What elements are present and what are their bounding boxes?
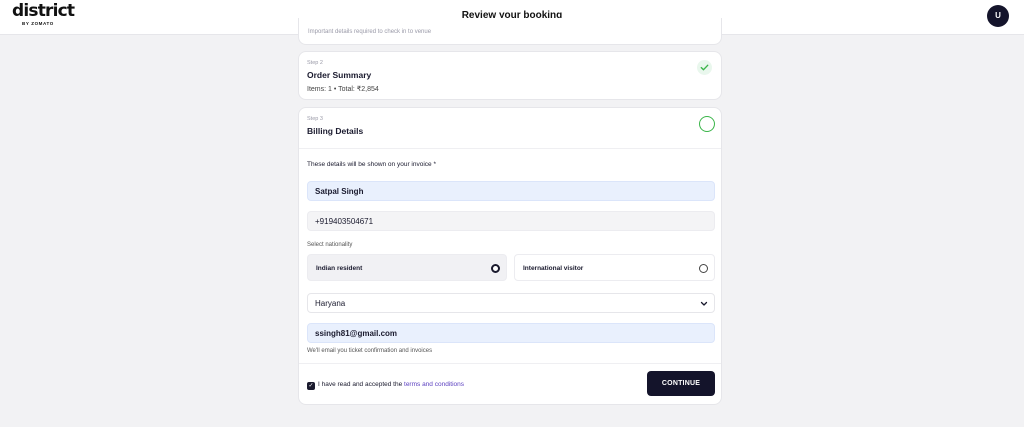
radio-unselected-icon[interactable] bbox=[699, 264, 708, 273]
step-status-circle-icon bbox=[699, 116, 715, 132]
terms-link[interactable]: terms and conditions bbox=[404, 381, 464, 388]
step-2-label: Step 2 bbox=[307, 60, 323, 66]
phone-field[interactable]: +919403504671 bbox=[307, 211, 715, 231]
terms-text: I have read and accepted the terms and c… bbox=[318, 381, 464, 388]
state-select-value: Haryana bbox=[315, 299, 346, 308]
terms-checkbox[interactable]: ✓ bbox=[307, 382, 315, 390]
step-2-card[interactable]: Step 2 Order Summary Items: 1 • Total: ₹… bbox=[298, 51, 722, 100]
terms-prefix: I have read and accepted the bbox=[318, 381, 403, 388]
continue-button[interactable]: CONTINUE bbox=[647, 371, 715, 396]
step-1-cut-text: Important details required to check in t… bbox=[308, 29, 432, 35]
nationality-label: Select nationality bbox=[307, 242, 353, 248]
divider bbox=[299, 148, 721, 149]
invoice-notice: These details will be shown on your invo… bbox=[307, 161, 436, 168]
divider bbox=[299, 363, 721, 364]
nationality-option-label: International visitor bbox=[523, 265, 584, 272]
check-icon bbox=[697, 60, 712, 75]
step-1-card: Important details required to check in t… bbox=[298, 18, 722, 45]
step-3-card: Step 3 Billing Details These details wil… bbox=[298, 107, 722, 405]
step-3-label: Step 3 bbox=[307, 116, 323, 122]
state-select[interactable]: Haryana bbox=[307, 293, 715, 313]
order-summary-title: Order Summary bbox=[307, 70, 372, 80]
radio-selected-icon[interactable] bbox=[491, 264, 500, 273]
nationality-option-international[interactable]: International visitor bbox=[514, 254, 715, 281]
email-helper-text: We'll email you ticket confirmation and … bbox=[307, 348, 433, 354]
user-avatar[interactable]: U bbox=[987, 5, 1009, 27]
order-summary-text: Items: 1 • Total: ₹2,854 bbox=[307, 86, 379, 93]
name-field[interactable]: Satpal Singh bbox=[307, 181, 715, 201]
nationality-option-indian[interactable]: Indian resident bbox=[307, 254, 507, 281]
billing-details-title: Billing Details bbox=[307, 126, 364, 136]
chevron-down-icon bbox=[700, 294, 708, 322]
logo-subtext: BY ZOMATO bbox=[22, 21, 54, 26]
email-field[interactable]: ssingh81@gmail.com bbox=[307, 323, 715, 343]
nationality-option-label: Indian resident bbox=[316, 265, 363, 272]
